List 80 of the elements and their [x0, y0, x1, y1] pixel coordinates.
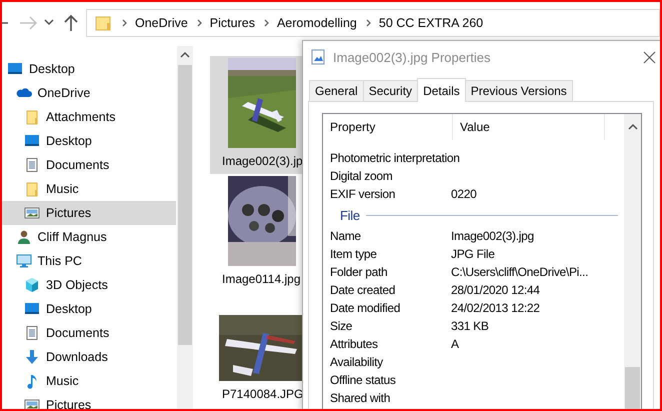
file-name: Image002(3).jp: [221, 154, 302, 168]
property-name: Shared with: [329, 391, 392, 405]
tree-item[interactable]: Desktop: [0, 297, 176, 321]
property-name: Size: [329, 319, 354, 333]
property-name: Attributes: [329, 337, 379, 351]
scroll-up-icon[interactable]: [180, 51, 190, 59]
chevron-icon: [364, 17, 373, 29]
breadcrumb-item[interactable]: Pictures: [206, 16, 261, 30]
file-name: Image0114.jpg: [221, 272, 302, 286]
scrollbar-thumb[interactable]: [625, 367, 640, 411]
section-heading: File: [340, 208, 360, 222]
chevron-icon: [262, 17, 271, 29]
property-value: A: [451, 337, 459, 351]
monitor-icon: [16, 253, 32, 269]
property-name: Date created: [329, 283, 396, 297]
thumbnail[interactable]: Image002(3).jp: [210, 56, 302, 174]
dialog-title: Image002(3).jpg Properties: [333, 50, 491, 64]
chevron-icon: [196, 17, 204, 29]
desktop-icon: [24, 133, 40, 149]
desktop-icon: [7, 61, 23, 77]
property-value: 28/01/2020 12:44: [451, 283, 540, 297]
folder-icon: [24, 181, 40, 197]
document-icon: [24, 325, 40, 341]
tab[interactable]: Previous Versions: [464, 80, 573, 101]
close-button[interactable]: [641, 48, 658, 66]
scrollbar[interactable]: [624, 114, 641, 411]
scrollbar-thumb[interactable]: [178, 65, 192, 345]
image-icon: [24, 205, 40, 221]
tree-item[interactable]: Downloads: [0, 345, 176, 369]
tree-item[interactable]: OneDrive: [0, 81, 176, 105]
property-value: JPG File: [451, 247, 495, 261]
property-name: Offline status: [329, 373, 397, 387]
folder-icon: [24, 109, 40, 125]
property-value: C:\Users\cliff\OneDrive\Pi...: [451, 265, 588, 279]
cube-icon: [24, 277, 40, 293]
breadcrumb-item[interactable]: OneDrive: [131, 16, 194, 30]
file-name: P7140084.JPG: [221, 387, 302, 401]
breadcrumb-item[interactable]: Aeromodelling: [272, 16, 363, 30]
image-file-icon: [311, 49, 325, 65]
thumbnail[interactable]: Image0114.jpg: [210, 174, 302, 292]
scrollbar[interactable]: [177, 46, 193, 411]
breadcrumb-item[interactable]: 50 CC EXTRA 260: [374, 16, 490, 30]
tree-item[interactable]: Documents: [0, 153, 176, 177]
property-value: 0220: [451, 187, 476, 201]
property-name: Date modified: [329, 301, 402, 315]
column-header[interactable]: Property: [323, 114, 453, 140]
image-icon: [24, 397, 40, 411]
property-name: Item type: [329, 247, 378, 261]
folder-icon: [95, 14, 111, 32]
tree-item[interactable]: Pictures: [0, 393, 176, 411]
tree-item[interactable]: 3D Objects: [0, 273, 176, 297]
tab[interactable]: Details: [417, 78, 466, 102]
property-name: EXIF version: [329, 187, 396, 201]
column-header[interactable]: Value: [453, 114, 605, 140]
tree-item[interactable]: Cliff Magnus: [0, 225, 176, 249]
tree-item[interactable]: Pictures: [0, 201, 176, 225]
desktop-icon: [24, 301, 40, 317]
property-name: Digital zoom: [329, 169, 394, 183]
chevron-icon: [121, 17, 129, 29]
tree-item[interactable]: Music: [0, 369, 176, 393]
property-name: Name: [329, 229, 362, 243]
tree-item[interactable]: Documents: [0, 321, 176, 345]
tree-item[interactable]: Desktop: [0, 57, 176, 81]
scroll-up-icon[interactable]: [628, 123, 638, 131]
user-icon: [16, 229, 32, 245]
property-value: Image002(3).jpg: [451, 229, 534, 243]
thumbnail[interactable]: P7140084.JPG: [210, 313, 302, 405]
property-name: Availability: [329, 355, 384, 369]
tree-item[interactable]: Music: [0, 177, 176, 201]
tree-item[interactable]: Desktop: [0, 129, 176, 153]
download-icon: [24, 349, 40, 365]
property-name: Folder path: [329, 265, 388, 279]
tab[interactable]: Security: [362, 80, 418, 101]
document-icon: [24, 157, 40, 173]
property-value: 331 KB: [451, 319, 489, 333]
tree-item[interactable]: Attachments: [0, 105, 176, 129]
property-value: 24/02/2013 12:22: [451, 301, 540, 315]
property-name: Photometric interpretation: [329, 151, 460, 165]
tree-item[interactable]: This PC: [0, 249, 176, 273]
tab[interactable]: General: [309, 80, 364, 101]
